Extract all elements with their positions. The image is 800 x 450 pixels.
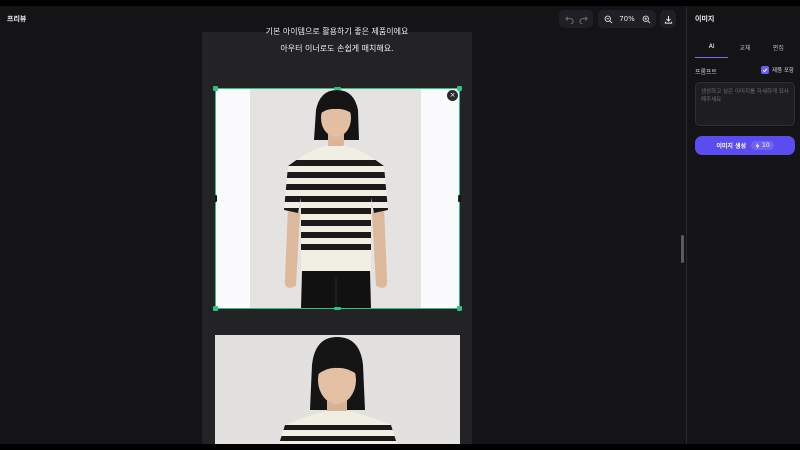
zoom-controls: 70% xyxy=(598,10,656,28)
resize-handle-bottom[interactable] xyxy=(334,307,341,310)
image-side-panel: 이미지 AI 교체 편집 프롬프트 제품 포함 생성하고 싶은 이미지를 자세하… xyxy=(686,6,800,444)
tab-ai[interactable]: AI xyxy=(695,40,729,58)
download-button[interactable] xyxy=(660,10,676,28)
include-product-label: 제품 포함 xyxy=(772,68,794,74)
resize-handle-bottom-right[interactable] xyxy=(457,306,462,311)
undo-button[interactable] xyxy=(563,13,575,25)
zoom-out-icon xyxy=(604,15,612,23)
caption-line-1: 기본 아이템으로 활용하기 좋은 제품이에요 xyxy=(265,27,409,36)
selection-outline xyxy=(215,88,460,309)
undo-icon xyxy=(564,15,574,24)
generate-label: 이미지 생성 xyxy=(716,143,747,150)
resize-handle-top-left[interactable] xyxy=(213,86,218,91)
credit-badge: 10 xyxy=(751,141,774,150)
prompt-label: 프롬프트 xyxy=(695,69,718,76)
panel-title: 이미지 xyxy=(695,15,715,23)
credit-cost: 10 xyxy=(762,142,770,149)
generate-image-button[interactable]: 이미지 생성 10 xyxy=(695,136,795,155)
include-product-checkbox[interactable] xyxy=(761,66,769,74)
lightning-icon xyxy=(755,142,760,149)
zoom-in-icon xyxy=(642,15,650,23)
prompt-input[interactable]: 생성하고 싶은 이미지를 자세하게 묘사해주세요 xyxy=(695,82,795,126)
history-controls xyxy=(559,10,593,28)
resize-handle-bottom-left[interactable] xyxy=(213,306,218,311)
resize-handle-top[interactable] xyxy=(334,87,341,90)
caption-line-2: 아우터 이너로도 손쉽게 매치해요. xyxy=(280,44,394,53)
preview-canvas: 기본 아이템으로 활용하기 좋은 제품이에요 아우터 이너로도 손쉽게 매치해요… xyxy=(0,27,686,444)
check-icon xyxy=(762,68,768,73)
zoom-in-button[interactable] xyxy=(640,13,652,25)
download-icon xyxy=(664,15,672,24)
canvas-scrollbar[interactable] xyxy=(681,235,684,263)
preview-title: 프리뷰 xyxy=(7,15,27,23)
include-product-toggle[interactable]: 제품 포함 xyxy=(761,66,794,74)
redo-icon xyxy=(578,15,588,24)
zoom-level: 70% xyxy=(619,15,635,23)
close-icon: × xyxy=(449,91,456,99)
tab-edit[interactable]: 편집 xyxy=(762,40,795,58)
redo-button[interactable] xyxy=(577,13,589,25)
model-photo-closeup[interactable] xyxy=(215,335,460,444)
resize-handle-right[interactable] xyxy=(458,195,461,202)
bottom-strip xyxy=(0,444,800,450)
resize-handle-top-right[interactable] xyxy=(457,86,462,91)
panel-tabs: AI 교체 편집 xyxy=(695,40,795,58)
resize-handle-left[interactable] xyxy=(214,195,217,202)
remove-image-button[interactable]: × xyxy=(447,90,458,101)
detail-page: 기본 아이템으로 활용하기 좋은 제품이에요 아우터 이너로도 손쉽게 매치해요… xyxy=(202,27,472,444)
zoom-out-button[interactable] xyxy=(602,13,614,25)
tab-replace[interactable]: 교체 xyxy=(728,40,761,58)
